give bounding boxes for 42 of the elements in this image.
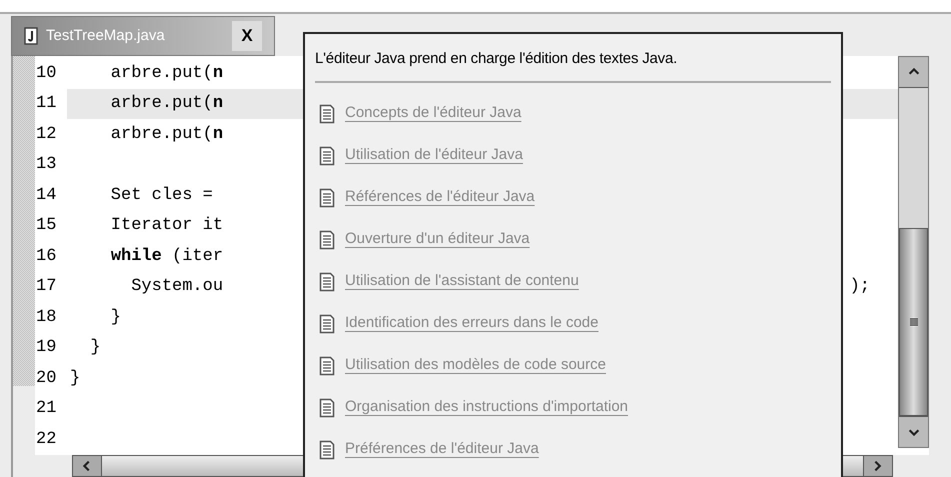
code-text: Set cles = bbox=[110, 184, 214, 206]
code-text: arbre.put(n bbox=[110, 124, 224, 146]
vertical-scrollbar[interactable] bbox=[898, 56, 929, 448]
help-link[interactable]: Utilisation de l'éditeur Java bbox=[345, 144, 523, 167]
scroll-thumb[interactable] bbox=[899, 228, 928, 416]
help-link[interactable]: Ouverture d'un éditeur Java bbox=[345, 228, 530, 251]
code-text: } bbox=[70, 368, 80, 390]
help-link[interactable]: Utilisation des modèles de code source bbox=[345, 354, 606, 377]
help-link[interactable]: Préférences de l'éditeur Java bbox=[345, 438, 539, 461]
document-icon bbox=[319, 440, 335, 460]
grip-icon bbox=[908, 317, 918, 327]
document-icon bbox=[319, 146, 335, 166]
help-link[interactable]: Concepts de l'éditeur Java bbox=[345, 102, 522, 125]
code-text: ); bbox=[850, 276, 870, 298]
document-icon bbox=[319, 104, 335, 124]
code-text: } bbox=[89, 337, 101, 359]
editor-tab[interactable]: TestTreeMap.java X bbox=[11, 16, 275, 56]
document-icon bbox=[319, 398, 335, 418]
document-icon bbox=[319, 188, 335, 208]
scroll-up-button[interactable] bbox=[899, 57, 928, 88]
close-button[interactable]: X bbox=[232, 21, 262, 51]
code-text: } bbox=[110, 306, 122, 328]
document-icon bbox=[319, 230, 335, 250]
scroll-right-button[interactable] bbox=[863, 456, 892, 476]
java-file-icon bbox=[24, 27, 38, 45]
code-text: while (iter bbox=[110, 246, 224, 268]
line-number: 11 bbox=[35, 88, 67, 119]
help-link[interactable]: Organisation des instructions d'importation bbox=[345, 396, 628, 419]
scroll-left-button[interactable] bbox=[73, 456, 102, 476]
help-link[interactable]: Identification des erreurs dans le code bbox=[345, 312, 598, 335]
popup-title: L'éditeur Java prend en charge l'édition des textes Java. bbox=[315, 34, 831, 82]
scroll-down-button[interactable] bbox=[899, 416, 928, 447]
document-icon bbox=[319, 314, 335, 334]
help-link[interactable]: Utilisation de l'assistant de contenu bbox=[345, 270, 579, 293]
code-text: Iterator it bbox=[110, 215, 224, 237]
document-icon bbox=[319, 272, 335, 292]
code-text: System.ou bbox=[130, 276, 224, 298]
code-text: arbre.put(n bbox=[110, 62, 224, 84]
code-text: arbre.put(n bbox=[110, 93, 224, 115]
help-link[interactable]: Références de l'éditeur Java bbox=[345, 186, 535, 209]
document-icon bbox=[319, 356, 335, 376]
tab-title: TestTreeMap.java bbox=[46, 26, 165, 46]
